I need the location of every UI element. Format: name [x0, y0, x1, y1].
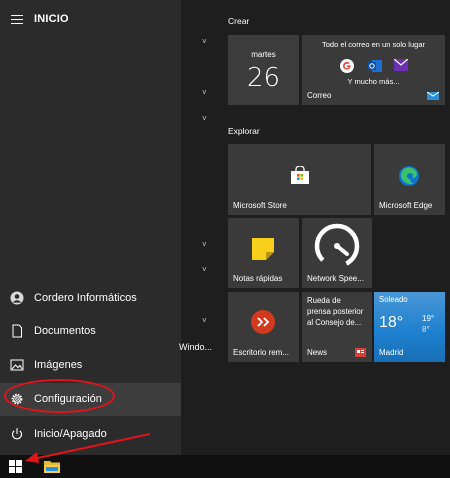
- nav-user-label: Cordero Informáticos: [34, 292, 137, 304]
- tile-remote-desktop[interactable]: Escritorio rem...: [228, 292, 299, 362]
- edge-icon: [399, 166, 419, 186]
- chevron-down-icon[interactable]: ˅: [202, 115, 208, 123]
- chevron-down-icon[interactable]: ˅: [202, 317, 208, 325]
- news-tile-label: News: [307, 348, 328, 357]
- image-icon: [10, 359, 24, 371]
- edge-tile-label: Microsoft Edge: [379, 201, 433, 210]
- power-icon: [11, 428, 23, 440]
- store-tile-label: Microsoft Store: [233, 201, 287, 210]
- nav-images-label: Imágenes: [34, 359, 83, 371]
- tile-news[interactable]: Rueda de prensa posterior al Consejo de.…: [302, 292, 372, 362]
- nav-user-account[interactable]: Cordero Informáticos: [0, 282, 181, 315]
- hamburger-menu-icon[interactable]: [11, 15, 23, 25]
- weather-high: 19°: [422, 314, 435, 323]
- taskbar: [0, 455, 450, 478]
- start-title: INICIO: [34, 13, 69, 25]
- news-app-icon: [355, 348, 366, 357]
- tile-weather[interactable]: Soleado 18° 19° 8° Madrid: [374, 292, 445, 362]
- nav-documents-label: Documentos: [34, 325, 96, 337]
- yahoo-mail-icon: [394, 59, 408, 71]
- windows-start-icon[interactable]: [9, 460, 22, 473]
- document-icon: [12, 324, 22, 338]
- weather-temperature: 18°: [379, 314, 404, 331]
- nav-power-label: Inicio/Apagado: [34, 428, 107, 440]
- calendar-day-name: martes: [251, 50, 276, 59]
- outlook-icon: [368, 60, 382, 72]
- speedometer-icon: [314, 223, 360, 269]
- nav-images[interactable]: Imágenes: [0, 349, 181, 382]
- app-list-truncated-label[interactable]: Windo...: [179, 342, 212, 352]
- google-icon: [340, 59, 354, 73]
- weather-condition: Soleado: [379, 295, 408, 304]
- store-bag-icon: [291, 166, 309, 184]
- mail-more-text: Y mucho más...: [347, 77, 400, 86]
- tile-sticky-notes[interactable]: Notas rápidas: [228, 218, 299, 288]
- mail-tile-label: Correo: [307, 91, 332, 100]
- news-headline: Rueda de prensa posterior al Consejo de.…: [307, 296, 364, 327]
- tile-microsoft-store[interactable]: Microsoft Store: [228, 144, 371, 215]
- tile-calendar[interactable]: martes 26: [228, 35, 299, 105]
- chevron-down-icon[interactable]: ˅: [202, 266, 208, 274]
- tile-microsoft-edge[interactable]: Microsoft Edge: [374, 144, 445, 215]
- remote-desktop-icon: [251, 310, 275, 334]
- start-header: INICIO: [0, 0, 181, 42]
- nav-documents[interactable]: Documentos: [0, 315, 181, 348]
- sticky-notes-icon: [252, 238, 274, 260]
- tile-mail[interactable]: Todo el correo en un solo lugar Y mucho …: [302, 35, 445, 105]
- weather-low: 8°: [422, 325, 430, 334]
- remote-tile-label: Escritorio rem...: [233, 348, 290, 357]
- weather-city: Madrid: [379, 348, 404, 357]
- chevron-down-icon[interactable]: ˅: [202, 38, 208, 46]
- user-icon: [10, 291, 24, 305]
- chevron-down-icon[interactable]: ˅: [202, 241, 208, 249]
- app-list-column: ˅ ˅ ˅ ˅ ˅ ˅: [181, 0, 225, 455]
- group-label-crear: Crear: [228, 16, 250, 26]
- mail-app-icon: [427, 91, 439, 100]
- mail-heading: Todo el correo en un solo lugar: [322, 40, 425, 49]
- nav-power[interactable]: Inicio/Apagado: [0, 418, 181, 451]
- file-explorer-icon[interactable]: [44, 459, 60, 473]
- highlight-ellipse: [4, 379, 115, 413]
- calendar-day-number: 26: [246, 63, 281, 93]
- notes-tile-label: Notas rápidas: [233, 274, 283, 283]
- tile-network-speed[interactable]: Network Spee...: [302, 218, 372, 288]
- group-label-explorar: Explorar: [228, 126, 260, 136]
- chevron-down-icon[interactable]: ˅: [202, 89, 208, 97]
- speed-tile-label: Network Spee...: [307, 274, 364, 283]
